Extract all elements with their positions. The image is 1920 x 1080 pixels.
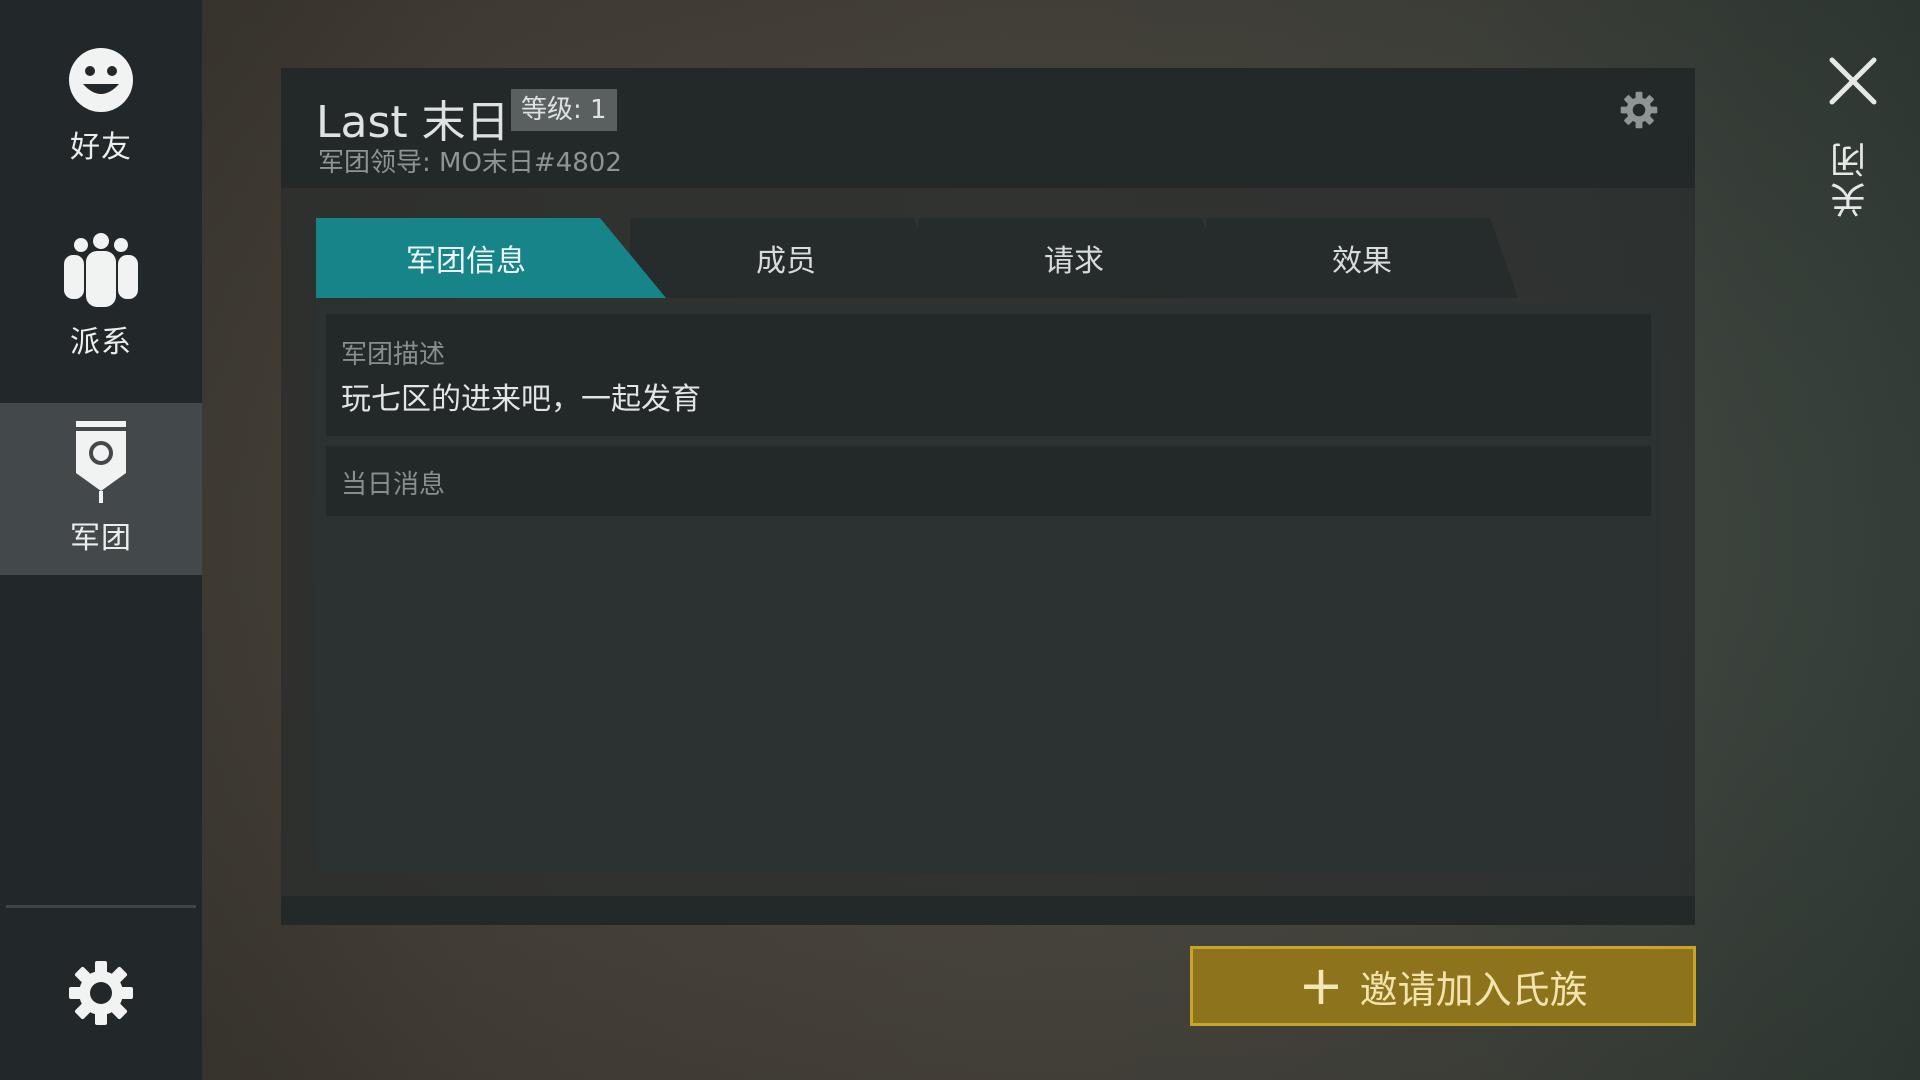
panel-footer [281, 896, 1695, 925]
sidebar: 好友 派系 军团 [0, 0, 202, 1080]
close-label[interactable]: 关闭 [1826, 138, 1880, 218]
tab-label: 成员 [756, 244, 816, 279]
plus-icon: + [1298, 954, 1344, 1017]
message-label: 当日消息 [341, 470, 446, 500]
game-screen: 好友 派系 军团 Last 末日 等级: 1 军团领导: MO末日#4802 效… [0, 0, 1920, 1080]
sidebar-divider [6, 905, 196, 908]
clan-leader: 军团领导: MO末日#4802 [318, 148, 622, 178]
sidebar-item-faction[interactable]: 派系 [0, 210, 202, 382]
message-of-day-box[interactable]: 当日消息 [326, 446, 1651, 516]
tab-label: 军团信息 [406, 244, 526, 279]
sidebar-item-friends[interactable]: 好友 [0, 20, 202, 192]
tab-effects[interactable]: 效果 [1206, 218, 1518, 298]
group-people-icon [64, 233, 138, 307]
invite-button-label: 邀请加入氏族 [1359, 967, 1588, 1012]
level-badge: 等级: 1 [511, 89, 617, 131]
description-label: 军团描述 [341, 340, 446, 370]
smiley-face-icon [69, 48, 133, 112]
clan-name: Last 末日 [316, 97, 510, 148]
gear-icon[interactable] [66, 958, 136, 1028]
tab-label: 请求 [1044, 244, 1104, 279]
panel-header: Last 末日 等级: 1 军团领导: MO末日#4802 [281, 68, 1695, 188]
tab-label: 效果 [1332, 244, 1392, 279]
description-text: 玩七区的进来吧，一起发育 [341, 382, 701, 417]
tab-requests[interactable]: 请求 [918, 218, 1230, 298]
description-box: 军团描述 玩七区的进来吧，一起发育 [326, 314, 1651, 436]
invite-to-clan-button[interactable]: + 邀请加入氏族 [1190, 946, 1696, 1026]
clan-panel: Last 末日 等级: 1 军团领导: MO末日#4802 效果 请求 成员 军… [281, 68, 1695, 925]
sidebar-item-label: 军团 [70, 521, 132, 556]
sidebar-item-clan[interactable]: 军团 [0, 403, 202, 575]
tab-content: 军团描述 玩七区的进来吧，一起发育 当日消息 [316, 304, 1661, 874]
tab-members[interactable]: 成员 [630, 218, 942, 298]
settings-gear-icon[interactable] [1619, 90, 1659, 130]
sidebar-item-label: 好友 [70, 130, 132, 165]
tab-bar: 效果 请求 成员 军团信息 [316, 218, 1556, 298]
close-icon[interactable] [1826, 54, 1880, 108]
tab-clan-info[interactable]: 军团信息 [316, 218, 666, 298]
sidebar-item-label: 派系 [70, 325, 132, 360]
clan-banner-icon [76, 421, 126, 503]
